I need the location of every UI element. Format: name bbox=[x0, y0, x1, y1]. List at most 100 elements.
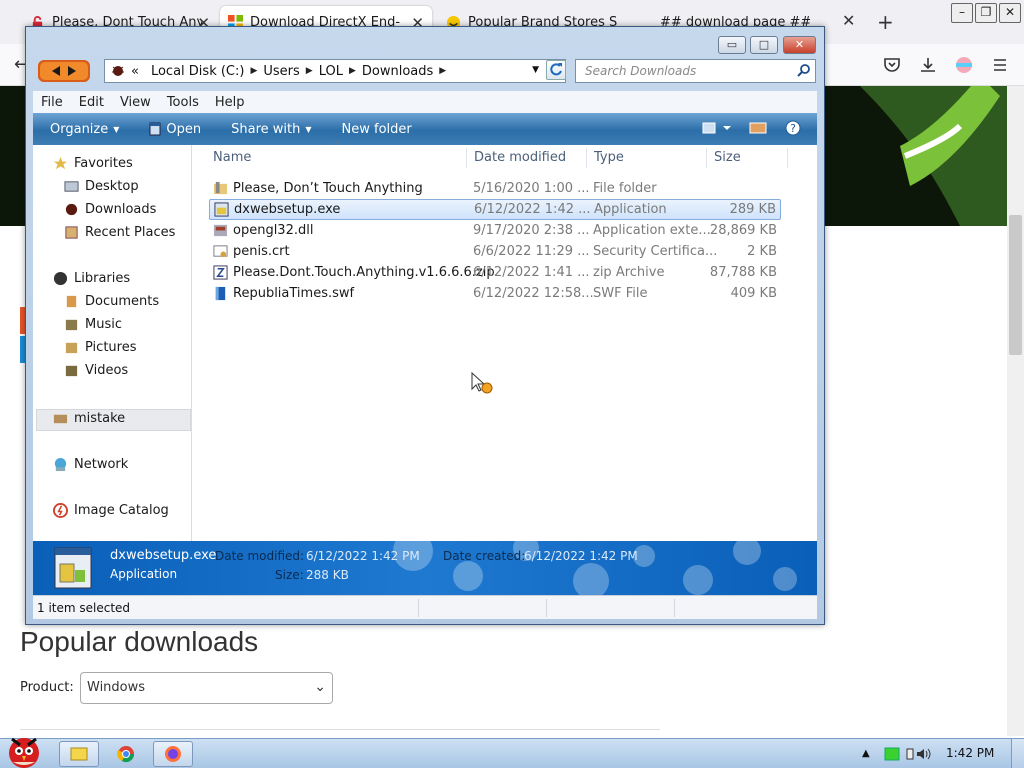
product-select[interactable]: Windows ⌄ bbox=[80, 672, 333, 704]
refresh-button[interactable] bbox=[546, 60, 566, 80]
svg-text:?: ? bbox=[790, 122, 796, 135]
show-desktop-button[interactable] bbox=[1011, 739, 1024, 768]
nav-favorites[interactable]: Favorites bbox=[53, 156, 133, 171]
file-row[interactable]: opengl32.dll 9/17/2020 2:38 ... Applicat… bbox=[209, 220, 781, 241]
navigation-pane: Favorites Desktop Downloads Recent Place… bbox=[33, 145, 192, 541]
tray-expand-icon[interactable]: ▲ bbox=[862, 748, 870, 759]
account-icon[interactable] bbox=[955, 56, 973, 74]
address-segment-downloads[interactable]: Downloads bbox=[362, 64, 433, 79]
explorer-minimize-button[interactable]: ▭ bbox=[718, 36, 746, 54]
explorer-close-button[interactable]: ✕ bbox=[783, 36, 816, 54]
organize-button[interactable]: Organize ▼ bbox=[50, 122, 119, 137]
preview-pane-icon[interactable] bbox=[749, 121, 767, 135]
nav-documents[interactable]: Documents bbox=[64, 294, 159, 309]
address-overflow[interactable]: « bbox=[131, 64, 139, 79]
organize-label: Organize bbox=[50, 121, 109, 137]
nav-label: Documents bbox=[85, 294, 160, 309]
restore-icon[interactable]: ❐ bbox=[975, 3, 997, 23]
nav-videos[interactable]: Videos bbox=[64, 363, 128, 378]
address-separator-icon[interactable]: ▶ bbox=[250, 66, 257, 76]
column-separator[interactable] bbox=[706, 148, 707, 168]
view-options-icon[interactable] bbox=[701, 121, 735, 135]
menu-file[interactable]: File bbox=[33, 95, 71, 110]
close-icon[interactable]: ✕ bbox=[999, 3, 1021, 23]
new-folder-label: New folder bbox=[341, 121, 412, 137]
address-separator-icon[interactable]: ▶ bbox=[439, 66, 446, 76]
nav-network[interactable]: Network bbox=[53, 457, 128, 472]
menu-tools[interactable]: Tools bbox=[159, 95, 207, 110]
nav-mistake[interactable]: mistake bbox=[53, 411, 125, 426]
column-header-type[interactable]: Type bbox=[594, 150, 624, 165]
column-separator[interactable] bbox=[586, 148, 587, 168]
minimize-icon[interactable]: – bbox=[951, 3, 973, 23]
file-row[interactable]: Please.Dont.Touch.Anything.v1.6.6.6.zip … bbox=[209, 262, 781, 283]
nav-music[interactable]: Music bbox=[64, 317, 122, 332]
column-header-name[interactable]: Name bbox=[213, 150, 251, 165]
file-row[interactable]: Please, Don’t Touch Anything 5/16/2020 1… bbox=[209, 178, 781, 199]
address-separator-icon[interactable]: ▶ bbox=[349, 66, 356, 76]
download-icon[interactable] bbox=[919, 56, 937, 74]
details-created-value: 6/12/2022 1:42 PM bbox=[524, 549, 638, 563]
column-header-date[interactable]: Date modified bbox=[474, 150, 566, 165]
pocket-icon[interactable] bbox=[883, 56, 901, 74]
music-icon bbox=[65, 319, 78, 331]
nav-libraries[interactable]: Libraries bbox=[53, 271, 130, 286]
address-segment-users[interactable]: Users bbox=[263, 64, 299, 79]
details-filetype: Application bbox=[110, 567, 178, 581]
explorer-folder-icon bbox=[70, 747, 88, 761]
homegroup-icon bbox=[53, 414, 68, 424]
column-separator[interactable] bbox=[466, 148, 467, 168]
nav-image-catalog[interactable]: Image Catalog bbox=[53, 503, 169, 518]
menu-help[interactable]: Help bbox=[207, 95, 253, 110]
file-row[interactable]: penis.crt 6/6/2022 11:29 ... Security Ce… bbox=[209, 241, 781, 262]
sort-up-icon: ^ bbox=[333, 141, 340, 150]
swf-file-icon bbox=[215, 286, 226, 301]
search-input[interactable]: Search Downloads bbox=[575, 59, 816, 83]
search-icon[interactable] bbox=[797, 63, 811, 77]
tab-close-icon[interactable]: ✕ bbox=[842, 11, 855, 30]
taskbar-chrome-button[interactable] bbox=[106, 741, 146, 767]
new-folder-button[interactable]: New folder bbox=[342, 122, 412, 137]
nav-downloads[interactable]: Downloads bbox=[64, 202, 156, 217]
start-button-angry-bird-icon[interactable] bbox=[0, 731, 50, 768]
installer-icon bbox=[214, 202, 229, 217]
address-bar[interactable]: « Local Disk (C:) ▶ Users ▶ LOL ▶ Downlo… bbox=[104, 59, 566, 83]
open-button[interactable]: Open bbox=[149, 122, 201, 137]
file-size: 289 KB bbox=[729, 202, 776, 217]
column-header-size[interactable]: Size bbox=[714, 150, 741, 165]
file-type: Application exte... bbox=[593, 223, 711, 238]
volume-icon[interactable] bbox=[915, 746, 931, 762]
address-separator-icon[interactable]: ▶ bbox=[306, 66, 313, 76]
explorer-maximize-button[interactable]: □ bbox=[750, 36, 778, 54]
address-segment-lol[interactable]: LOL bbox=[319, 64, 343, 79]
page-scrollbar[interactable] bbox=[1007, 86, 1024, 736]
nav-recent-places[interactable]: Recent Places bbox=[64, 225, 175, 240]
help-icon[interactable]: ? bbox=[785, 120, 801, 136]
file-date: 9/17/2020 2:38 ... bbox=[473, 223, 590, 238]
details-modified-value: 6/12/2022 1:42 PM bbox=[306, 549, 420, 563]
taskbar-firefox-button[interactable] bbox=[153, 741, 193, 767]
column-separator[interactable] bbox=[787, 148, 788, 168]
menu-edit[interactable]: Edit bbox=[71, 95, 112, 110]
taskbar-explorer-button[interactable] bbox=[59, 741, 99, 767]
file-row[interactable]: RepubliaTimes.swf 6/12/2022 12:58... SWF… bbox=[209, 283, 781, 304]
clock[interactable]: 1:42 PM bbox=[946, 746, 994, 760]
address-dropdown-icon[interactable]: ▼ bbox=[532, 65, 539, 75]
network-status-icon[interactable] bbox=[884, 747, 900, 761]
app-window-icon bbox=[149, 122, 161, 136]
share-with-button[interactable]: Share with ▼ bbox=[231, 122, 311, 137]
address-segment-local-disk[interactable]: Local Disk (C:) bbox=[151, 64, 244, 79]
page-scrollbar-thumb[interactable] bbox=[1009, 215, 1022, 355]
nav-pictures[interactable]: Pictures bbox=[64, 340, 136, 355]
product-label: Product: bbox=[20, 680, 74, 695]
menu-icon[interactable] bbox=[991, 56, 1009, 74]
command-toolbar: Organize ▼ Open Share with ▼ New folder … bbox=[33, 113, 817, 145]
nav-label: mistake bbox=[74, 411, 126, 426]
nav-desktop[interactable]: Desktop bbox=[64, 179, 139, 194]
battery-icon[interactable] bbox=[906, 748, 914, 760]
nav-label: Desktop bbox=[85, 179, 139, 194]
content-area: Favorites Desktop Downloads Recent Place… bbox=[33, 141, 817, 541]
new-tab-button[interactable]: + bbox=[877, 10, 894, 34]
file-row-selected[interactable]: dxwebsetup.exe 6/12/2022 1:42 ... Applic… bbox=[209, 199, 781, 220]
menu-view[interactable]: View bbox=[112, 95, 159, 110]
